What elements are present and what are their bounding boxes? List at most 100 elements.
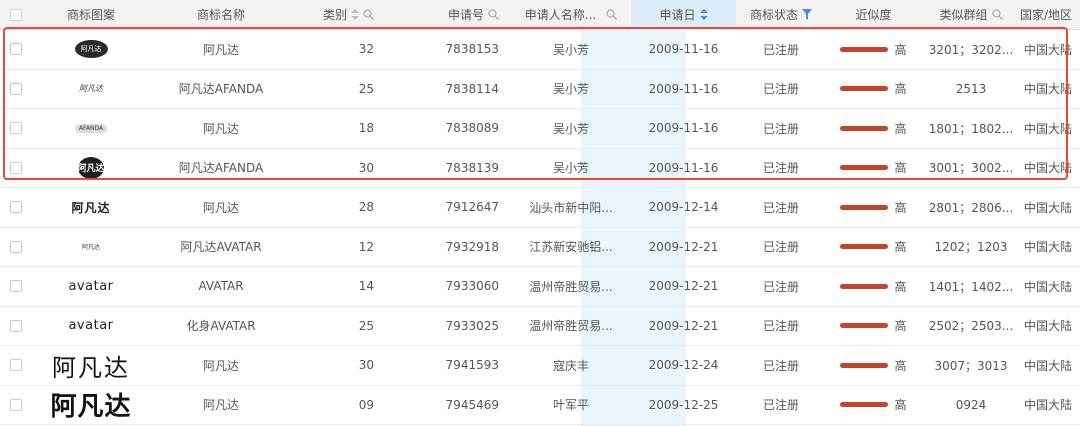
header-date[interactable]: 申请日 <box>631 0 736 30</box>
table-row[interactable]: 阿凡达 阿凡达AFANDA 25 7838114 吴小芳 2009-11-16 已注册 高 25… <box>0 70 1080 109</box>
similar-group: 1801；1802... <box>928 121 1014 136</box>
application-number[interactable]: 7941593 <box>386 358 511 372</box>
header-similarity: 近似度 <box>855 8 892 22</box>
trademark-logo-image: avatar <box>68 318 114 334</box>
application-number[interactable]: 7838139 <box>386 161 511 175</box>
trademark-logo-cell[interactable]: 阿凡达 <box>36 348 146 383</box>
header-status[interactable]: 商标状态 <box>736 6 826 23</box>
country-region: 中国大陆 <box>1023 319 1072 334</box>
country-region: 中国大陆 <box>1023 240 1072 255</box>
application-date: 2009-11-16 <box>648 42 719 57</box>
trademark-logo-cell[interactable]: AFANDA <box>36 123 146 133</box>
similarity-cell: 高 <box>826 80 921 97</box>
similar-group: 1401；1402... <box>928 279 1014 294</box>
application-number[interactable]: 7838114 <box>386 82 511 96</box>
trademark-logo-cell[interactable]: 阿凡达 <box>36 386 146 423</box>
table-row[interactable]: avatar 化身AVATAR 25 7933025 温州帝胜贸易... 2009-12-… <box>0 307 1080 346</box>
header-group[interactable]: 类似群组 <box>921 6 1021 23</box>
row-select-cell <box>0 161 36 174</box>
row-checkbox[interactable] <box>10 161 22 174</box>
row-select-cell <box>0 319 36 332</box>
trademark-logo-image: 阿凡达 <box>50 392 132 423</box>
trademark-logo-image: AFANDA <box>74 123 108 133</box>
similarity-label: 高 <box>894 121 907 136</box>
table-row[interactable]: 阿凡达 阿凡达 28 7912647 汕头市新中阳... 2009-12-14 已注册 高 28… <box>0 188 1080 228</box>
header-applicant[interactable]: 申请人名称... <box>511 6 631 23</box>
similar-group: 2502；2503... <box>928 319 1014 334</box>
search-icon[interactable] <box>363 9 374 20</box>
trademark-logo-cell[interactable]: 阿凡达 <box>36 199 146 216</box>
trademark-class: 25 <box>358 318 374 333</box>
trademark-logo-cell[interactable]: avatar <box>36 279 146 294</box>
country-region: 中国大陆 <box>1023 82 1072 97</box>
row-checkbox[interactable] <box>10 319 22 332</box>
search-icon[interactable] <box>488 9 499 20</box>
search-icon[interactable] <box>991 9 1003 20</box>
row-checkbox[interactable] <box>10 43 22 56</box>
table-row[interactable]: 阿凡达 阿凡达AVATAR 12 7932918 江苏新安驰铝... 2009-12-21… <box>0 228 1080 267</box>
trademark-logo-cell[interactable]: 阿凡达 <box>36 242 146 251</box>
similarity-bar <box>840 204 889 210</box>
trademark-logo-cell[interactable]: 阿凡达 <box>36 83 146 94</box>
header-applicant-label: 申请人名称... <box>524 8 597 22</box>
application-number[interactable]: 7912647 <box>386 200 511 214</box>
row-checkbox[interactable] <box>10 201 22 214</box>
row-checkbox[interactable] <box>10 359 22 372</box>
application-number[interactable]: 7932918 <box>386 240 511 254</box>
application-number[interactable]: 7838089 <box>386 121 511 135</box>
similarity-cell: 高 <box>826 159 921 176</box>
trademark-logo-image: 阿凡达 <box>79 84 103 94</box>
trademark-logo-cell[interactable]: 阿凡达 <box>36 40 146 59</box>
table-row[interactable]: 阿凡达 阿凡达 30 7941593 寇庆丰 2009-12-24 已注册 高 3007；301… <box>0 346 1080 386</box>
header-class-label: 类别 <box>322 8 347 22</box>
row-checkbox[interactable] <box>10 240 22 253</box>
table-row[interactable]: 阿凡达 阿凡达AFANDA 30 7838139 吴小芳 2009-11-16 已注册 高 30… <box>0 149 1080 188</box>
application-number[interactable]: 7933025 <box>386 319 511 333</box>
applicant-name: 汕头市新中阳... <box>529 200 613 215</box>
trademark-logo-cell[interactable]: avatar <box>36 318 146 333</box>
row-checkbox[interactable] <box>10 280 22 293</box>
row-checkbox[interactable] <box>10 398 22 411</box>
row-select-cell <box>0 280 36 293</box>
application-date: 2009-12-24 <box>648 358 719 373</box>
country-region: 中国大陆 <box>1023 161 1072 176</box>
similarity-label: 高 <box>894 319 907 334</box>
application-number[interactable]: 7838153 <box>386 42 511 56</box>
table-row[interactable]: avatar AVATAR 14 7933060 温州帝胜贸易... 2009-12-21… <box>0 267 1080 307</box>
trademark-class: 28 <box>358 200 374 215</box>
sort-icon[interactable] <box>351 9 359 20</box>
trademark-name: 阿凡达 <box>202 398 239 413</box>
table-row[interactable]: 阿凡达 阿凡达 09 7945469 叶军平 2009-12-25 已注册 高 0924 中国大陆 <box>0 386 1080 425</box>
trademark-class: 12 <box>358 239 374 254</box>
trademark-name: 阿凡达AFANDA <box>178 82 264 97</box>
similar-group: 0924 <box>955 397 987 412</box>
select-all-checkbox[interactable] <box>10 8 22 21</box>
trademark-status: 已注册 <box>762 82 799 97</box>
filter-icon[interactable] <box>802 9 812 20</box>
table-row[interactable]: 阿凡达 阿凡达 32 7838153 吴小芳 2009-11-16 已注册 高 3201；320… <box>0 30 1080 70</box>
similarity-label: 高 <box>894 279 907 294</box>
country-region: 中国大陆 <box>1023 398 1072 413</box>
row-checkbox[interactable] <box>10 122 22 135</box>
sort-active-icon[interactable] <box>699 9 708 20</box>
similarity-cell: 高 <box>826 396 921 413</box>
application-number[interactable]: 7945469 <box>386 398 511 412</box>
trademark-logo-cell[interactable]: 阿凡达 <box>36 156 146 179</box>
trademark-table: 商标图案 商标名称 类别 申请号 申请人名称... 申请日 商标状态 近似度 类… <box>0 0 1080 426</box>
application-number[interactable]: 7933060 <box>386 279 511 293</box>
similarity-bar <box>840 323 889 329</box>
similarity-bar <box>840 283 889 289</box>
application-date: 2009-12-14 <box>648 200 719 215</box>
header-class[interactable]: 类别 <box>296 6 386 23</box>
trademark-class: 30 <box>358 160 374 175</box>
trademark-logo-image: 阿凡达 <box>52 353 130 382</box>
row-checkbox[interactable] <box>10 82 22 95</box>
header-status-label: 商标状态 <box>749 8 798 22</box>
trademark-name: 阿凡达 <box>202 121 239 136</box>
row-select-cell <box>0 359 36 372</box>
search-icon[interactable] <box>606 9 618 20</box>
header-app-no[interactable]: 申请号 <box>386 6 511 23</box>
row-select-cell <box>0 43 36 56</box>
table-row[interactable]: AFANDA 阿凡达 18 7838089 吴小芳 2009-11-16 已注册 高 1801；… <box>0 109 1080 149</box>
application-date: 2009-12-25 <box>648 397 719 412</box>
